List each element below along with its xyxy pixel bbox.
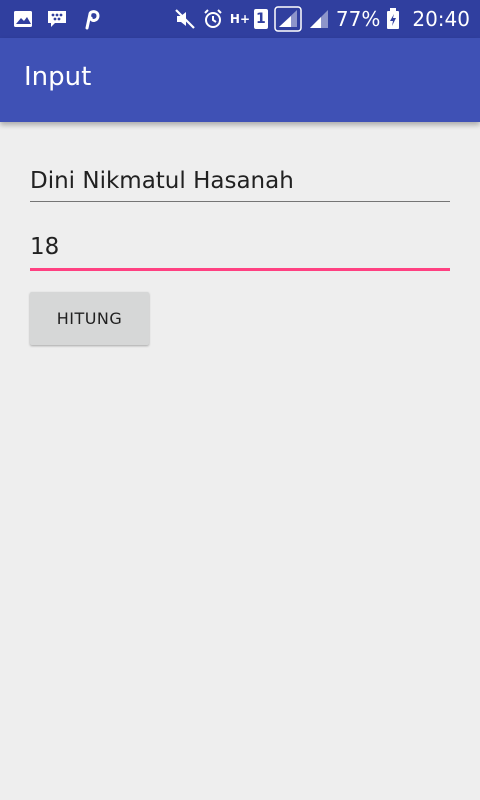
age-input[interactable]: 18 (30, 232, 450, 274)
hitung-button[interactable]: HITUNG (30, 292, 149, 345)
name-input-value[interactable]: Dini Nikmatul Hasanah (30, 166, 450, 196)
gallery-icon (12, 8, 34, 30)
age-input-underline-focused (30, 268, 450, 271)
sim-label: 1 (256, 11, 266, 27)
alarm-icon (202, 8, 224, 30)
name-input[interactable]: Dini Nikmatul Hasanah (30, 166, 450, 206)
pinterest-icon (80, 8, 102, 30)
clock: 20:40 (412, 7, 470, 31)
mute-icon (174, 8, 196, 30)
signal-icon (274, 6, 302, 32)
signal-icon (308, 8, 330, 30)
bbm-icon (46, 8, 68, 30)
page-title: Input (24, 62, 92, 92)
age-input-value[interactable]: 18 (30, 232, 450, 262)
sim-icon: 1 (253, 9, 268, 29)
battery-charging-icon (386, 8, 400, 30)
battery-percent: 77% (335, 7, 381, 31)
name-input-underline (30, 201, 450, 202)
app-bar: Input (0, 38, 480, 122)
network-type-icon: H+ (229, 12, 251, 26)
status-bar: H+ 1 77% 20:40 (0, 0, 480, 38)
